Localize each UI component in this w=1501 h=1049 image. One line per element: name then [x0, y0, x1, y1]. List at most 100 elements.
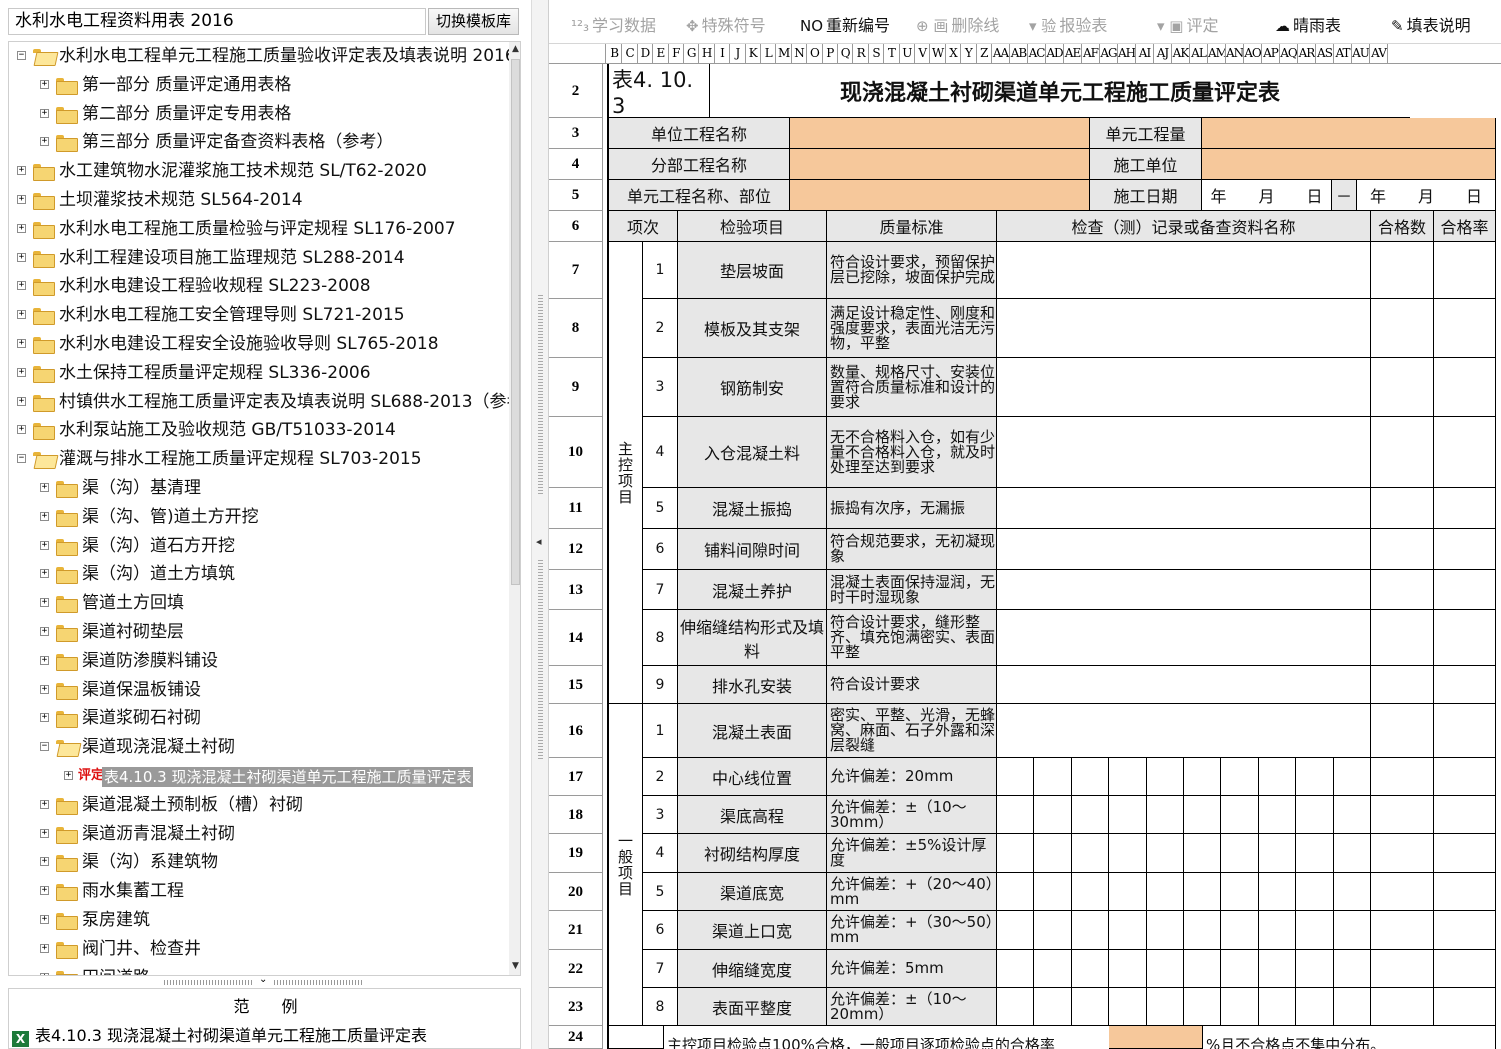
tree-item[interactable]: + 渠道混凝土预制板（槽）衬砌 [9, 791, 505, 820]
column-letter[interactable]: P [823, 44, 838, 63]
column-letter[interactable]: AH [1118, 44, 1136, 63]
measure-point-field[interactable] [1109, 950, 1147, 988]
tree-item[interactable]: + 水工建筑物水泥灌浆施工技术规范 SL/T62-2020 [9, 157, 505, 186]
column-letter[interactable]: AF [1082, 44, 1100, 63]
tree-item[interactable]: + 渠道衬砌垫层 [9, 618, 505, 647]
pass-rate-field[interactable] [1434, 911, 1496, 950]
tree-item[interactable]: + 评定 表4.10.3 现浇混凝土衬砌渠道单元工程施工质量评定表 [9, 762, 505, 791]
record-field[interactable] [997, 704, 1371, 758]
expand-icon[interactable]: + [17, 194, 26, 204]
expand-icon[interactable]: + [40, 886, 49, 896]
measure-point-field[interactable] [1296, 834, 1334, 873]
pass-rate-field[interactable] [1434, 570, 1496, 610]
column-letter[interactable]: V [915, 44, 931, 63]
measure-point-field[interactable] [997, 834, 1035, 873]
record-field[interactable] [997, 242, 1371, 299]
expand-icon[interactable]: + [40, 137, 49, 147]
measure-point-field[interactable] [1333, 834, 1371, 873]
pass-rate-field[interactable] [1434, 610, 1496, 666]
scroll-thumb[interactable] [511, 59, 520, 585]
scroll-up-icon[interactable]: ▲ [510, 42, 520, 56]
tree-item[interactable]: + 水利泵站施工及验收规范 GB/T51033-2014 [9, 416, 505, 445]
tree-item[interactable]: + 水土保持工程质量评定规程 SL336-2006 [9, 359, 505, 388]
measure-point-field[interactable] [1071, 950, 1110, 988]
record-field[interactable] [997, 666, 1371, 704]
toolbar-button[interactable]: ⊕ 画删除线 [916, 12, 999, 36]
row-number[interactable]: 17 [549, 758, 603, 796]
pass-rate-field[interactable] [1434, 758, 1496, 796]
expand-icon[interactable]: + [40, 108, 49, 118]
tree-item[interactable]: + 村镇供水工程施工质量评定表及填表说明 SL688-2013（参考 [9, 388, 520, 417]
measure-point-field[interactable] [1296, 950, 1334, 988]
measure-point-field[interactable] [1221, 796, 1259, 834]
row-number[interactable]: 5 [549, 180, 603, 211]
expand-icon[interactable]: + [40, 569, 49, 579]
pass-rate-input[interactable] [1109, 1026, 1203, 1049]
measure-point-field[interactable] [1071, 834, 1110, 873]
row-number[interactable]: 18 [549, 796, 603, 834]
expand-icon[interactable]: + [40, 914, 49, 924]
measure-point-field[interactable] [1071, 911, 1110, 950]
expand-icon[interactable]: + [40, 655, 49, 665]
column-letter[interactable]: C [622, 44, 638, 63]
measure-point-field[interactable] [1221, 873, 1259, 911]
measure-point-field[interactable] [1258, 988, 1297, 1026]
vertical-splitter[interactable]: ◂ [531, 0, 549, 1049]
column-letter[interactable]: AD [1046, 44, 1064, 63]
tree-item[interactable]: + 渠（沟、管)道土方开挖 [9, 503, 505, 532]
row-number[interactable]: 4 [549, 149, 603, 180]
column-letter[interactable]: H [699, 44, 715, 63]
expand-icon[interactable]: + [40, 626, 49, 636]
date-end-field[interactable]: 年 月 日 [1357, 180, 1496, 211]
measure-point-field[interactable] [1184, 911, 1222, 950]
measure-point-field[interactable] [1034, 758, 1072, 796]
tree-item[interactable]: + 渠（沟）道土方填筑 [9, 560, 505, 589]
measure-point-field[interactable] [1184, 796, 1222, 834]
measure-point-field[interactable] [1333, 796, 1371, 834]
qualified-count-field[interactable] [1371, 950, 1434, 988]
column-letter[interactable]: AJ [1154, 44, 1172, 63]
expand-icon[interactable]: + [17, 396, 26, 406]
column-letter[interactable]: AP [1262, 44, 1280, 63]
tree-item[interactable]: + 管道土方回填 [9, 589, 505, 618]
qualified-count-field[interactable] [1371, 417, 1434, 488]
tree-item[interactable]: + 第一部分 质量评定通用表格 [9, 71, 505, 100]
measure-point-field[interactable] [1258, 834, 1297, 873]
pass-rate-field[interactable] [1434, 988, 1496, 1026]
expand-icon[interactable]: + [40, 943, 49, 953]
measure-point-field[interactable] [1221, 834, 1259, 873]
pass-rate-field[interactable] [1434, 796, 1496, 834]
measure-point-field[interactable] [1184, 758, 1222, 796]
expand-icon[interactable]: + [17, 338, 26, 348]
measure-point-field[interactable] [1333, 873, 1371, 911]
expand-icon[interactable]: + [40, 684, 49, 694]
measure-point-field[interactable] [997, 988, 1035, 1026]
tree-item[interactable]: + 第三部分 质量评定备查资料表格（参考） [9, 128, 505, 157]
measure-point-field[interactable] [1184, 950, 1222, 988]
expand-icon[interactable]: + [17, 166, 26, 176]
column-letter[interactable]: G [684, 44, 700, 63]
measure-point-field[interactable] [1146, 834, 1184, 873]
measure-point-field[interactable] [1258, 873, 1297, 911]
expand-icon[interactable]: + [17, 252, 26, 262]
column-letter[interactable]: L [761, 44, 777, 63]
qualified-count-field[interactable] [1371, 242, 1434, 299]
measure-point-field[interactable] [1109, 911, 1147, 950]
record-field[interactable] [997, 358, 1371, 417]
tree-item[interactable]: + 渠（沟）基清理 [9, 474, 505, 503]
collapse-icon[interactable]: − [40, 742, 49, 752]
expand-icon[interactable]: + [40, 540, 49, 550]
toolbar-button[interactable]: ✎ 填表说明 [1391, 12, 1471, 36]
qualified-count-field[interactable] [1371, 529, 1434, 570]
measure-point-field[interactable] [1034, 834, 1072, 873]
column-letter[interactable]: N [792, 44, 808, 63]
record-field[interactable] [997, 529, 1371, 570]
expand-icon[interactable]: + [40, 482, 49, 492]
record-field[interactable] [997, 299, 1371, 358]
column-letter[interactable]: Z [977, 44, 992, 63]
column-letter[interactable]: AA [992, 44, 1010, 63]
toolbar-button[interactable]: NO 重新编号 [800, 12, 890, 36]
input-field[interactable] [790, 118, 1090, 149]
input-field[interactable] [1202, 118, 1496, 149]
pass-rate-field[interactable] [1434, 417, 1496, 488]
